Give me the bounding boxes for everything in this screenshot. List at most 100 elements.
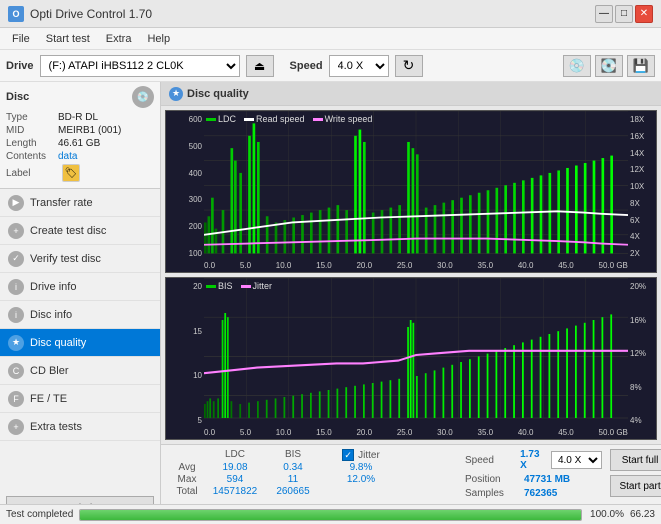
drive-select[interactable]: (F:) ATAPI iHBS112 2 CL0K [40,55,240,77]
samples-text-label: Samples [465,488,520,499]
chart2-y-left: 20 15 10 5 [166,278,204,439]
chart2-y-right: 20% 16% 12% 8% 4% [628,278,656,439]
sidebar-item-drive-info[interactable]: i Drive info [0,273,160,301]
eject-button[interactable]: ⏏ [246,55,274,77]
minimize-button[interactable]: — [595,5,613,23]
status-bar: Test completed 100.0% 66.23 [0,504,661,524]
disc-length-value: 46.61 GB [58,138,100,149]
drive-info-label: Drive info [30,281,76,293]
cd-bler-icon: C [8,363,24,379]
yr2-12: 12% [630,349,656,358]
start-full-button[interactable]: Start full [610,449,661,471]
disc-type-value: BD-R DL [58,112,98,123]
sidebar-item-disc-quality[interactable]: ★ Disc quality [0,329,160,357]
total-label: Total [169,486,205,497]
max-jitter: 12.0% [321,474,401,485]
start-part-button[interactable]: Start part [610,475,661,497]
chart2-legend: BIS Jitter [206,281,272,291]
y2-15: 15 [166,327,202,336]
transfer-rate-icon: ▶ [8,195,24,211]
main-area: Disc 💿 Type BD-R DL MID MEIRB1 (001) Len… [0,82,661,524]
speed-select[interactable]: 4.0 X [329,55,389,77]
ldc-legend-dot [206,118,216,121]
avg-ldc: 19.08 [205,462,265,473]
maximize-button[interactable]: □ [615,5,633,23]
menu-help[interactable]: Help [139,31,178,47]
label-icon[interactable]: 🏷 [62,164,80,182]
window-controls: — □ ✕ [595,5,653,23]
sidebar-item-create-test-disc[interactable]: + Create test disc [0,217,160,245]
chart2-x-axis: 0.0 5.0 10.0 15.0 20.0 25.0 30.0 35.0 40… [204,428,628,437]
speed-text-value: 1.73 X [520,449,547,471]
menu-file[interactable]: File [4,31,38,47]
yr2-4: 4% [630,416,656,425]
sidebar-item-extra-tests[interactable]: + Extra tests [0,413,160,441]
disc-quality-title: Disc quality [187,88,249,100]
extra-tests-icon: + [8,419,24,435]
status-percent: 100.0% [588,509,624,520]
chart1-y-left: 600 500 400 300 200 100 [166,111,204,272]
menu-bar: File Start test Extra Help [0,28,661,50]
bis-legend-dot [206,285,216,288]
disc-avatar-icon: 💿 [132,86,154,108]
status-extra: 66.23 [630,509,655,520]
chart-bis: BIS Jitter 20 15 10 5 20% [165,277,657,440]
disc-label-label: Label [6,168,58,179]
samples-text-value: 762365 [524,488,557,499]
y1-400: 400 [166,169,202,178]
position-text-value: 47731 MB [524,474,570,485]
disc-quality-label: Disc quality [30,337,86,349]
position-text-label: Position [465,474,520,485]
disc-icon-btn-2[interactable]: 💽 [595,55,623,77]
disc-quality-icon: ★ [8,335,24,351]
disc-quality-header: ★ Disc quality [161,82,661,106]
y1-100: 100 [166,249,202,258]
avg-bis: 0.34 [265,462,321,473]
jitter-checkbox[interactable]: ✓ [342,449,354,461]
yr2-16: 16% [630,316,656,325]
yr1-14: 14X [630,149,656,158]
sidebar-item-fe-te[interactable]: F FE / TE [0,385,160,413]
close-button[interactable]: ✕ [635,5,653,23]
avg-label: Avg [169,462,205,473]
progress-bar-fill [80,510,581,520]
disc-info-label: Disc info [30,309,72,321]
title-bar: O Opti Drive Control 1.70 — □ ✕ [0,0,661,28]
total-ldc: 14571822 [205,486,265,497]
sidebar-item-verify-test-disc[interactable]: ✓ Verify test disc [0,245,160,273]
yr1-18: 18X [630,115,656,124]
yr1-10: 10X [630,182,656,191]
jitter-legend-dot [241,285,251,288]
avg-jitter: 9.8% [321,462,401,473]
sidebar-item-disc-info[interactable]: i Disc info [0,301,160,329]
y2-5: 5 [166,416,202,425]
speed-label: Speed [290,60,323,72]
chart1-svg [204,111,628,272]
col-ldc: LDC [205,449,265,461]
cd-bler-label: CD Bler [30,365,69,377]
chart1-y-right: 18X 16X 14X 12X 10X 8X 6X 4X 2X [628,111,656,272]
menu-extra[interactable]: Extra [98,31,140,47]
disc-icon-btn-3[interactable]: 💾 [627,55,655,77]
sidebar-item-cd-bler[interactable]: C CD Bler [0,357,160,385]
yr2-20: 20% [630,282,656,291]
yr1-12: 12X [630,165,656,174]
yr1-6: 6X [630,216,656,225]
extra-tests-label: Extra tests [30,421,82,433]
disc-mid-label: MID [6,125,58,136]
disc-type-label: Type [6,112,58,123]
speed-select-stats[interactable]: 4.0 X [551,451,603,469]
read-speed-legend-dot [244,118,254,121]
disc-icon-btn-1[interactable]: 💿 [563,55,591,77]
max-label: Max [169,474,205,485]
verify-test-disc-icon: ✓ [8,251,24,267]
sidebar-item-transfer-rate[interactable]: ▶ Transfer rate [0,189,160,217]
yr1-16: 16X [630,132,656,141]
speed-refresh-button[interactable]: ↻ [395,55,423,77]
y2-10: 10 [166,371,202,380]
drive-bar: Drive (F:) ATAPI iHBS112 2 CL0K ⏏ Speed … [0,50,661,82]
menu-start-test[interactable]: Start test [38,31,98,47]
disc-contents-value: data [58,151,77,162]
transfer-rate-label: Transfer rate [30,197,93,209]
disc-length-label: Length [6,138,58,149]
